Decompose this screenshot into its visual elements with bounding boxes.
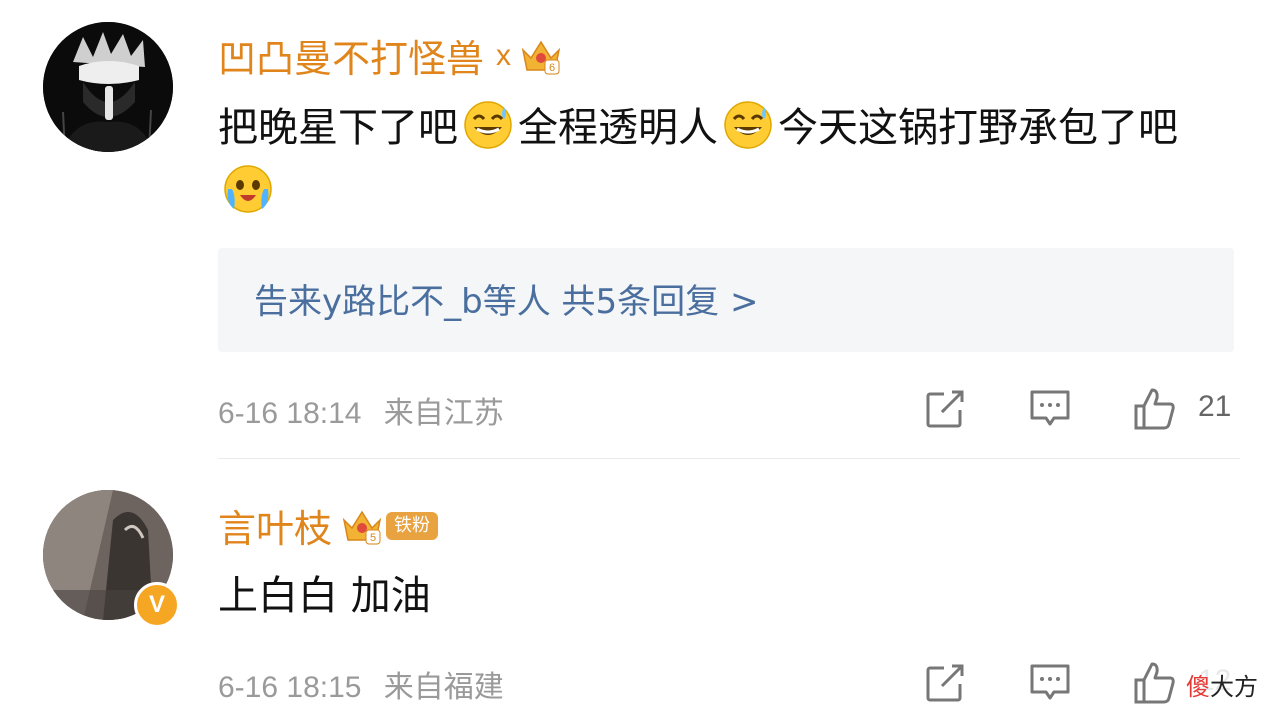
member-crown-icon: 6 xyxy=(521,40,561,74)
verified-badge-icon: V xyxy=(134,582,180,628)
comment-divider xyxy=(218,458,1240,459)
watermark-text: 大方 xyxy=(1210,673,1258,701)
like-count: 21 xyxy=(1198,390,1232,423)
thumbs-up-icon[interactable] xyxy=(1132,660,1176,704)
crying-happy-emoji-icon xyxy=(224,165,272,213)
share-icon[interactable] xyxy=(924,660,968,704)
view-replies-link[interactable]: 告来y路比不_b等人 共5条回复 > xyxy=(254,274,758,323)
username-text[interactable]: 凹凸曼不打怪兽 xyxy=(218,28,484,83)
username[interactable]: 言叶枝 5 铁粉 xyxy=(218,498,439,553)
comment-actions: 21 xyxy=(0,382,1280,432)
share-icon[interactable] xyxy=(924,386,968,430)
comment-item: 凹凸曼不打怪兽 x 6 把晚星下了吧 全程透明人 今天这锅打野承包了吧 告来y路… xyxy=(0,0,1280,460)
username-text[interactable]: 言叶枝 xyxy=(218,498,332,553)
sweat-smile-emoji-icon xyxy=(724,101,772,149)
level-badge: 6 xyxy=(549,62,555,74)
reply-preview-box[interactable]: 告来y路比不_b等人 共5条回复 > xyxy=(218,248,1234,352)
username-suffix: x xyxy=(496,38,512,72)
watermark: 傻大方 xyxy=(1182,665,1262,704)
comment-text-part: 把晚星下了吧 xyxy=(218,105,458,151)
comment-text: 把晚星下了吧 全程透明人 今天这锅打野承包了吧 xyxy=(218,96,1218,224)
thumbs-up-icon[interactable] xyxy=(1132,386,1176,430)
comment-actions: 12 xyxy=(0,656,1280,706)
comment-text: 上白白 加油 xyxy=(218,573,431,619)
comment-item: V 言叶枝 5 铁粉 上白白 加油 6-16 18:15 来自福建 12 xyxy=(0,460,1280,724)
avatar-image xyxy=(43,22,173,152)
username[interactable]: 凹凸曼不打怪兽 x 6 xyxy=(218,28,563,83)
sweat-smile-emoji-icon xyxy=(464,101,512,149)
comment-icon[interactable] xyxy=(1028,386,1072,430)
member-crown-icon: 5 xyxy=(342,510,382,544)
avatar[interactable] xyxy=(43,22,173,152)
comment-text-part: 全程透明人 xyxy=(518,105,718,151)
fan-badge: 铁粉 xyxy=(386,511,439,540)
watermark-red-char: 傻 xyxy=(1186,673,1210,701)
level-badge: 5 xyxy=(370,532,376,544)
comment-icon[interactable] xyxy=(1028,660,1072,704)
comment-text-part: 今天这锅打野承包了吧 xyxy=(778,105,1178,151)
